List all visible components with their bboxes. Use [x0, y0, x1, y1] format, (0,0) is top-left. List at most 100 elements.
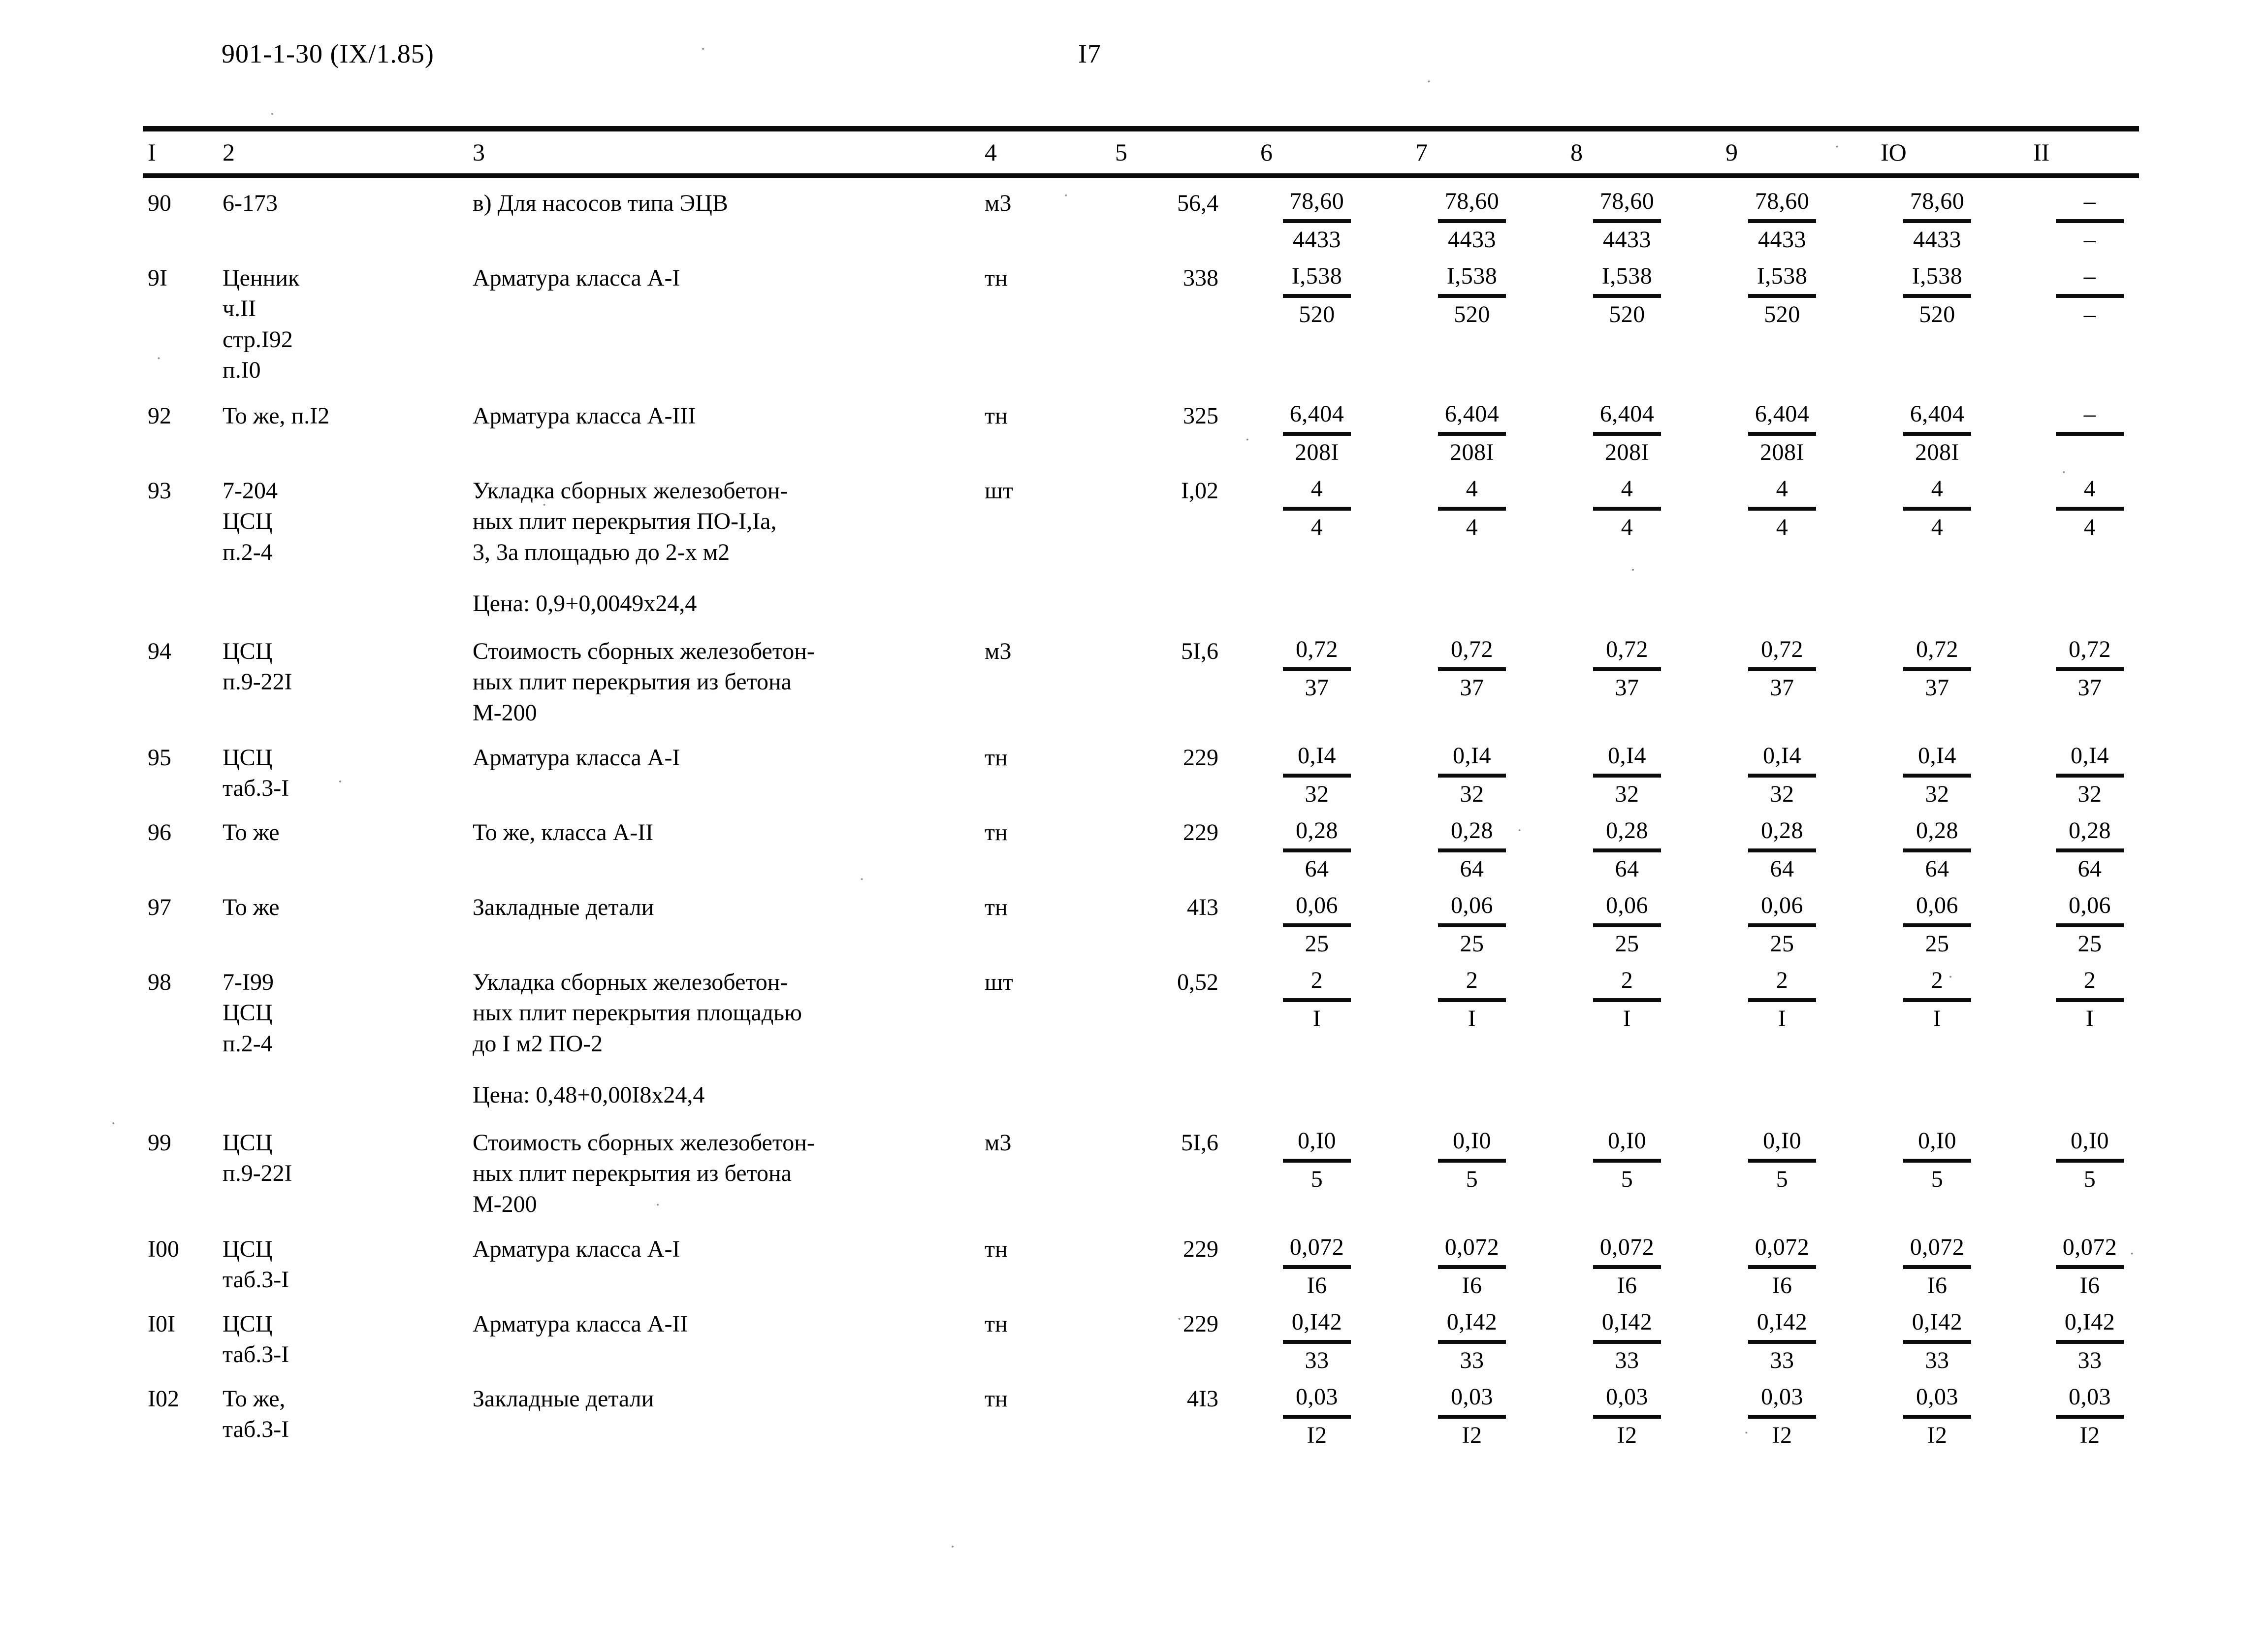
column-number-8: 8 — [1570, 138, 1583, 166]
fraction-bar — [1438, 773, 1506, 778]
column-number-5: 5 — [1115, 138, 1127, 166]
row-reference: То же, таб.3-I — [223, 1386, 289, 1443]
fraction-bar — [1903, 219, 1971, 223]
price-numerator: 78,60 — [1599, 188, 1655, 214]
fraction-bar — [1593, 848, 1661, 852]
price-numerator: 0,06 — [2069, 892, 2111, 918]
price-numerator: 0,28 — [2069, 817, 2111, 844]
price-denominator: I6 — [2079, 1272, 2100, 1299]
price-denominator: I6 — [1927, 1272, 1948, 1299]
price-numerator: 0,072 — [1910, 1234, 1965, 1260]
fraction-bar — [2056, 848, 2124, 852]
column-number-7: 7 — [1415, 138, 1428, 166]
price-cell-col-10: 0,I42 33 — [1881, 1309, 1994, 1374]
row-quantity: 338 — [1183, 265, 1218, 291]
price-denominator: 208I — [1295, 439, 1339, 465]
price-cell-col-6: 0,06 25 — [1260, 892, 1374, 957]
document-code: 901-1-30 (IX/1.85) — [222, 39, 434, 68]
price-numerator: 2 — [1621, 967, 1633, 993]
price-numerator: 0,I42 — [1912, 1309, 1963, 1335]
price-numerator: 0,I42 — [1291, 1309, 1342, 1335]
price-cell-col-9: 0,28 64 — [1725, 817, 1839, 882]
fraction-bar — [1438, 667, 1506, 671]
price-denominator: I6 — [1772, 1272, 1792, 1299]
fraction-bar — [2056, 506, 2124, 511]
fraction-bar — [1283, 848, 1351, 852]
price-numerator: 4 — [1310, 476, 1323, 502]
fraction-bar — [1903, 848, 1971, 852]
price-numerator: 0,I42 — [1757, 1309, 1808, 1335]
price-denominator: I2 — [1617, 1422, 1637, 1448]
price-denominator: 25 — [1460, 930, 1484, 957]
row-number: 99 — [148, 1130, 171, 1156]
price-numerator: 4 — [1776, 476, 1789, 502]
price-denominator: 37 — [2077, 674, 2102, 701]
price-numerator: 0,072 — [1755, 1234, 1810, 1260]
fraction-bar — [1283, 506, 1351, 511]
row-reference: 6-173 — [223, 190, 278, 216]
fraction-bar — [2056, 293, 2124, 298]
price-numerator: 0,I0 — [1763, 1128, 1801, 1154]
price-numerator: 6,404 — [1444, 401, 1500, 427]
fraction-bar — [1903, 431, 1971, 436]
price-denominator: 4 — [1776, 514, 1789, 540]
row-description: Закладные детали — [473, 1386, 654, 1412]
price-denominator: 4 — [2083, 514, 2096, 540]
price-cell-col-7: 44 — [1415, 476, 1529, 541]
price-numerator: 0,72 — [1451, 636, 1493, 662]
row-quantity: 4I3 — [1187, 1386, 1218, 1412]
price-numerator: 0,I0 — [2071, 1128, 2109, 1154]
price-numerator: 0,03 — [1916, 1384, 1958, 1410]
price-cell-col-8: 0,I42 33 — [1570, 1309, 1684, 1374]
row-reference: 7-204 ЦСЦ п.2-4 — [223, 478, 278, 565]
row-reference: То же — [223, 894, 280, 920]
fraction-bar — [1593, 1414, 1661, 1419]
price-cell-col-10: 0,72 37 — [1881, 636, 1994, 701]
price-cell-col-11: – – — [2033, 263, 2146, 328]
fraction-bar — [1593, 219, 1661, 223]
row-reference: 7-I99 ЦСЦ п.2-4 — [223, 969, 274, 1057]
price-cell-col-7: 0,I42 33 — [1415, 1309, 1529, 1374]
price-numerator: – — [2083, 401, 2096, 427]
fraction-bar — [2056, 1265, 2124, 1269]
row-reference: ЦСЦ таб.3-I — [223, 1311, 289, 1368]
price-cell-col-8: 0,I0 5 — [1570, 1128, 1684, 1193]
price-numerator: 0,03 — [2069, 1384, 2111, 1410]
price-numerator: 0,28 — [1761, 817, 1803, 844]
price-cell-col-9: 0,I42 33 — [1725, 1309, 1839, 1374]
price-cell-col-8: 0,06 25 — [1570, 892, 1684, 957]
price-numerator: 0,72 — [1761, 636, 1803, 662]
fraction-bar — [1438, 506, 1506, 511]
fraction-bar — [1593, 431, 1661, 436]
row-quantity: 229 — [1183, 1236, 1218, 1262]
fraction-bar — [1903, 293, 1971, 298]
price-denominator: 37 — [1615, 674, 1639, 701]
price-numerator: – — [2083, 188, 2096, 214]
price-cell-col-10: 0,I4 32 — [1881, 743, 1994, 808]
price-denominator: 208I — [1760, 439, 1804, 465]
price-cell-col-6: 2I — [1260, 967, 1374, 1032]
fraction-bar — [1903, 506, 1971, 511]
price-cell-col-9: 0,I4 32 — [1725, 743, 1839, 808]
row-quantity: 325 — [1183, 403, 1218, 429]
price-numerator: 0,72 — [1296, 636, 1338, 662]
price-numerator: 0,I42 — [1446, 1309, 1498, 1335]
fraction-bar — [1903, 998, 1971, 1002]
fraction-bar — [1748, 219, 1816, 223]
fraction-bar — [1903, 1158, 1971, 1163]
price-cell-col-6: 0,I0 5 — [1260, 1128, 1374, 1193]
price-cell-col-11: 2I — [2033, 967, 2146, 1032]
price-numerator: 0,I4 — [1298, 743, 1336, 769]
price-numerator: 0,I0 — [1453, 1128, 1491, 1154]
row-number: 96 — [148, 819, 171, 846]
price-numerator: 78,60 — [1289, 188, 1344, 214]
price-cell-col-6: 0,I42 33 — [1260, 1309, 1374, 1374]
price-numerator: 0,I0 — [1918, 1128, 1956, 1154]
price-denominator: 64 — [1770, 855, 1794, 882]
price-denominator: 520 — [1299, 301, 1335, 327]
column-number-2: 2 — [223, 138, 235, 166]
row-quantity: 5I,6 — [1181, 638, 1218, 664]
price-numerator: 0,072 — [2062, 1234, 2117, 1260]
price-denominator: 32 — [2077, 781, 2102, 807]
row-unit: тн — [985, 265, 1008, 291]
